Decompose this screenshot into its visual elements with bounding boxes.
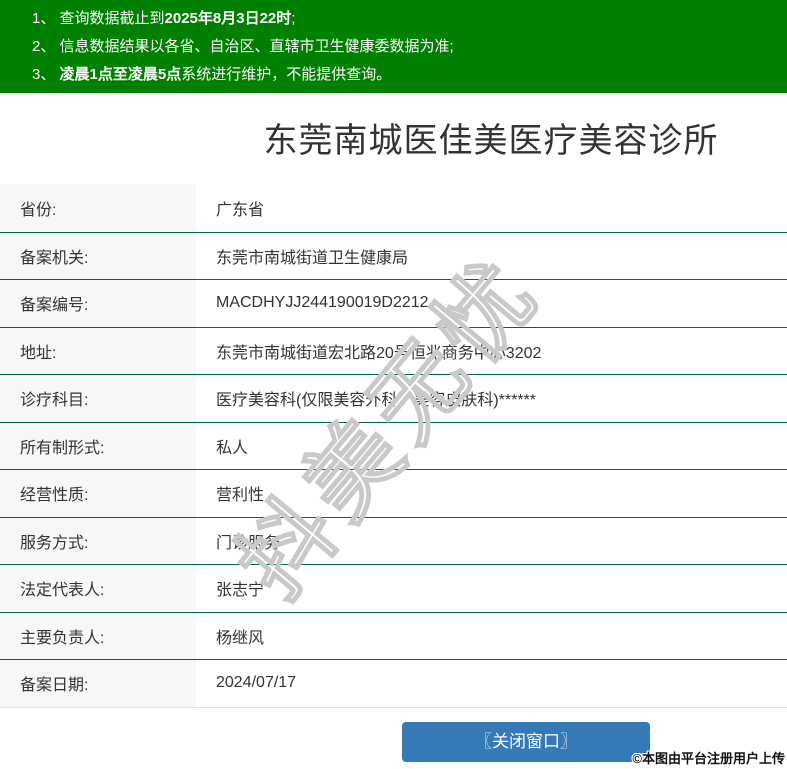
field-value: 东莞市南城街道宏北路20号恒兆商务中心3202 (216, 344, 542, 362)
field-value: 医疗美容科(仅限美容外科，美容皮肤科)****** (216, 392, 537, 410)
field-value: 2024/07/17 (216, 674, 297, 692)
table-row-service-mode: 服务方式: 门诊服务 (0, 516, 787, 564)
page-title: 东莞南城医佳美医疗美容诊所 (263, 122, 719, 160)
field-value: 杨继风 (216, 629, 265, 647)
field-value: 广东省 (216, 201, 265, 219)
field-value: 私人 (216, 439, 249, 457)
notice-1-suffix: ; (291, 10, 296, 27)
table-row-filing-authority: 备案机关: 东莞市南城街道卫生健康局 (0, 231, 787, 279)
table-row-departments: 诊疗科目: 医疗美容科(仅限美容外科，美容皮肤科)****** (0, 374, 787, 422)
notice-3-suffix: 系统进行维护，不能提供查询。 (181, 66, 392, 83)
field-value: 东莞市南城街道卫生健康局 (216, 249, 409, 267)
field-label: 服务方式: (0, 517, 196, 564)
notice-1-text: 1、 查询数据截止到 (32, 10, 165, 27)
detail-table: 省份: 广东省 备案机关: 东莞市南城街道卫生健康局 备案编号: MACDHYJ… (0, 184, 787, 708)
table-row-ownership: 所有制形式: 私人 (0, 421, 787, 469)
table-row-business-nature: 经营性质: 营利性 (0, 469, 787, 517)
field-label: 备案机关: (0, 232, 196, 279)
notice-1-bold: 2025年8月3日22时 (164, 10, 292, 27)
field-label: 经营性质: (0, 470, 196, 517)
field-label: 所有制形式: (0, 422, 196, 469)
close-window-button[interactable]: 〖关闭窗口〗 (402, 721, 650, 762)
field-label: 主要负责人: (0, 612, 196, 659)
notice-3-bold: 凌晨1点至凌晨5点 (59, 66, 182, 83)
table-row-principal: 主要负责人: 杨继风 (0, 611, 787, 659)
table-row-address: 地址: 东莞市南城街道宏北路20号恒兆商务中心3202 (0, 326, 787, 374)
title-wrap: 东莞南城医佳美医疗美容诊所 (0, 121, 787, 161)
field-label: 备案日期: (0, 660, 196, 707)
notice-line-1: 1、 查询数据截止到2025年8月3日22时; (32, 5, 777, 33)
notice-line-2: 2、 信息数据结果以各省、自治区、直辖市卫生健康委数据为准; (32, 33, 777, 61)
field-label: 备案编号: (0, 280, 196, 327)
uploader-copyright-stamp: ©本图由平台注册用户上传 (632, 751, 785, 766)
field-label: 诊疗科目: (0, 375, 196, 422)
notice-banner: 1、 查询数据截止到2025年8月3日22时; 2、 信息数据结果以各省、自治区… (0, 0, 787, 93)
notice-2-text: 2、 信息数据结果以各省、自治区、直辖市卫生健康委数据为准; (32, 38, 454, 55)
field-label: 省份: (0, 184, 196, 232)
table-row-filing-number: 备案编号: MACDHYJJ244190019D2212 (0, 279, 787, 327)
table-row-province: 省份: 广东省 (0, 184, 787, 232)
notice-3-text: 3、 (32, 66, 60, 83)
field-value: MACDHYJJ244190019D2212 (216, 294, 429, 312)
field-value: 门诊服务 (216, 534, 281, 552)
field-value: 张志宁 (216, 582, 265, 600)
field-label: 地址: (0, 327, 196, 374)
notice-line-3: 3、 凌晨1点至凌晨5点系统进行维护，不能提供查询。 (32, 61, 777, 89)
field-value: 营利性 (216, 487, 265, 505)
field-label: 法定代表人: (0, 565, 196, 612)
table-row-filing-date: 备案日期: 2024/07/17 (0, 659, 787, 707)
table-row-legal-representative: 法定代表人: 张志宁 (0, 564, 787, 612)
